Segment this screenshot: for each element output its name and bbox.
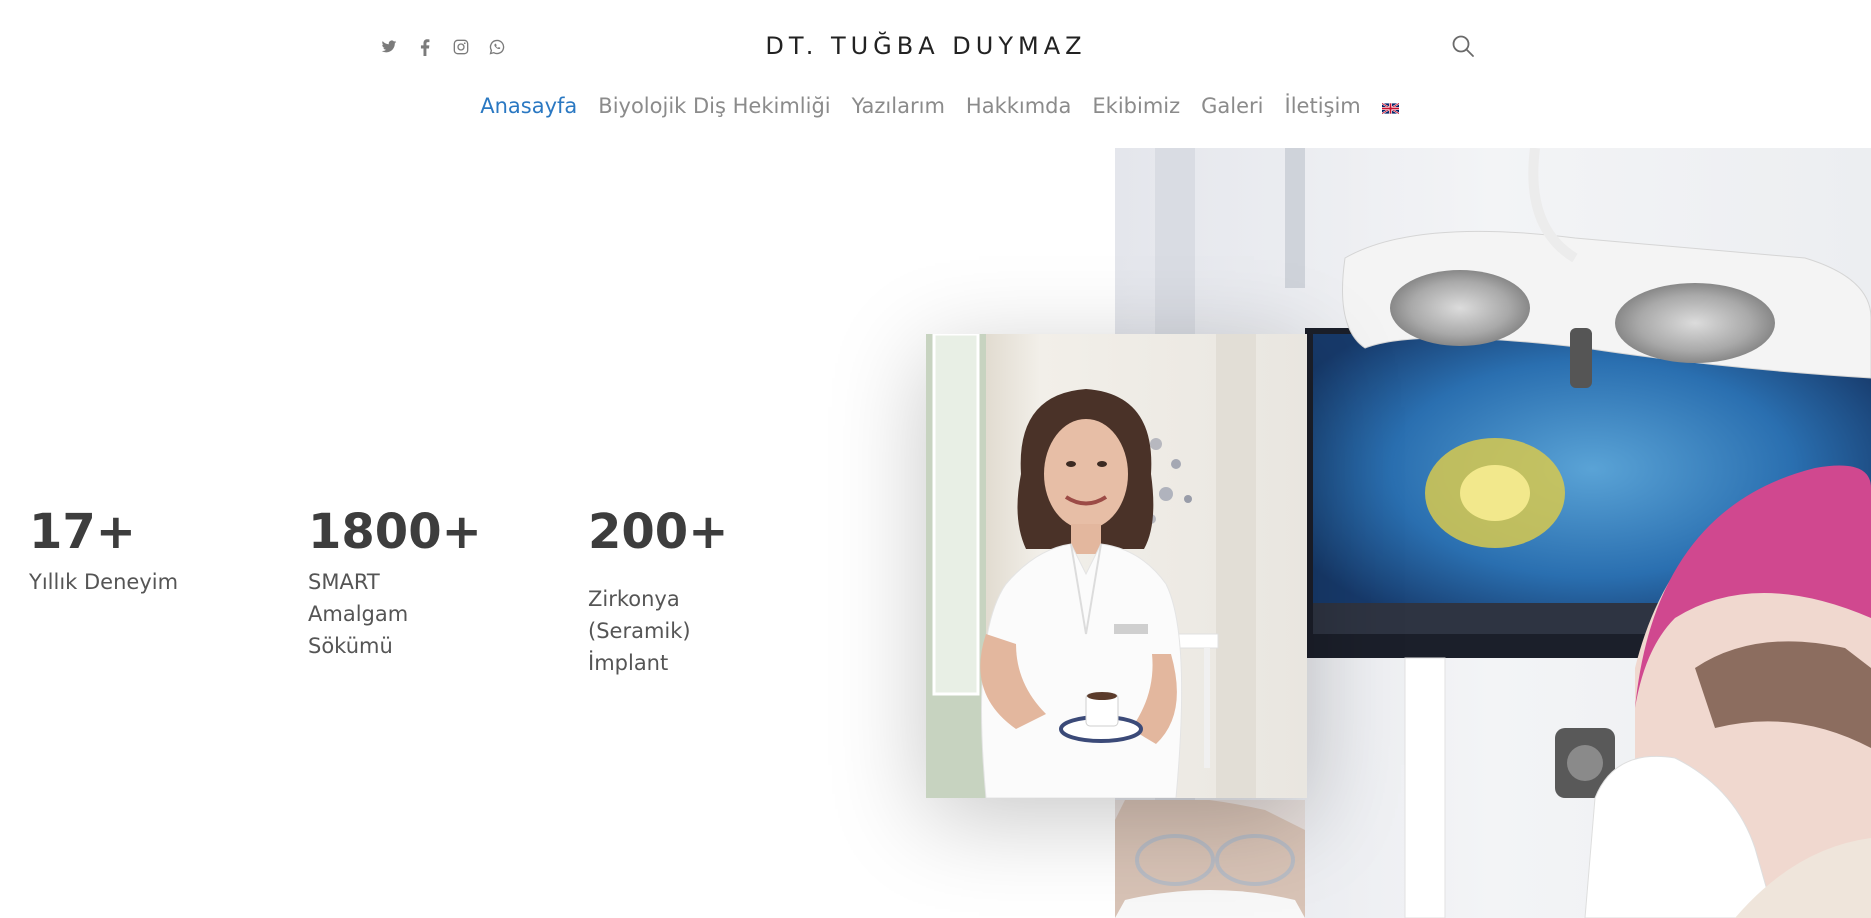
- stat-amalgam-removal: 1800+ SMART Amalgam Sökümü: [308, 508, 538, 662]
- nav-item-hakkimda[interactable]: Hakkımda: [966, 94, 1071, 118]
- nav-item-iletisim[interactable]: İletişim: [1285, 94, 1361, 118]
- stat-label: Yıllık Deneyim: [29, 570, 179, 594]
- stat-label: Zirkonya (Seramik) İmplant: [588, 587, 691, 675]
- nav-item-ekibimiz[interactable]: Ekibimiz: [1092, 94, 1180, 118]
- stat-number: 1800+: [308, 504, 482, 560]
- site-logo[interactable]: DT. TUĞBA DUYMAZ: [0, 32, 1852, 60]
- assistant-photo: [1115, 800, 1305, 918]
- nav-item-yazilarim[interactable]: Yazılarım: [852, 94, 945, 118]
- dentist-portrait-photo: [926, 334, 1307, 798]
- stat-label: SMART Amalgam Sökümü: [308, 570, 409, 658]
- uk-flag-icon[interactable]: [1381, 102, 1399, 114]
- stat-experience: 17+ Yıllık Deneyim: [29, 508, 259, 598]
- main-navigation: Anasayfa Biyolojik Diş Hekimliği Yazılar…: [0, 94, 1871, 118]
- stat-zirconia-implant: 200+ Zirkonya (Seramik) İmplant: [588, 508, 818, 679]
- stat-number: 17+: [29, 504, 137, 560]
- nav-item-galeri[interactable]: Galeri: [1201, 94, 1263, 118]
- nav-item-biyolojik-dis-hekimligi[interactable]: Biyolojik Diş Hekimliği: [598, 94, 830, 118]
- search-icon[interactable]: [1451, 34, 1475, 58]
- stat-number: 200+: [588, 504, 729, 560]
- nav-item-anasayfa[interactable]: Anasayfa: [480, 94, 577, 118]
